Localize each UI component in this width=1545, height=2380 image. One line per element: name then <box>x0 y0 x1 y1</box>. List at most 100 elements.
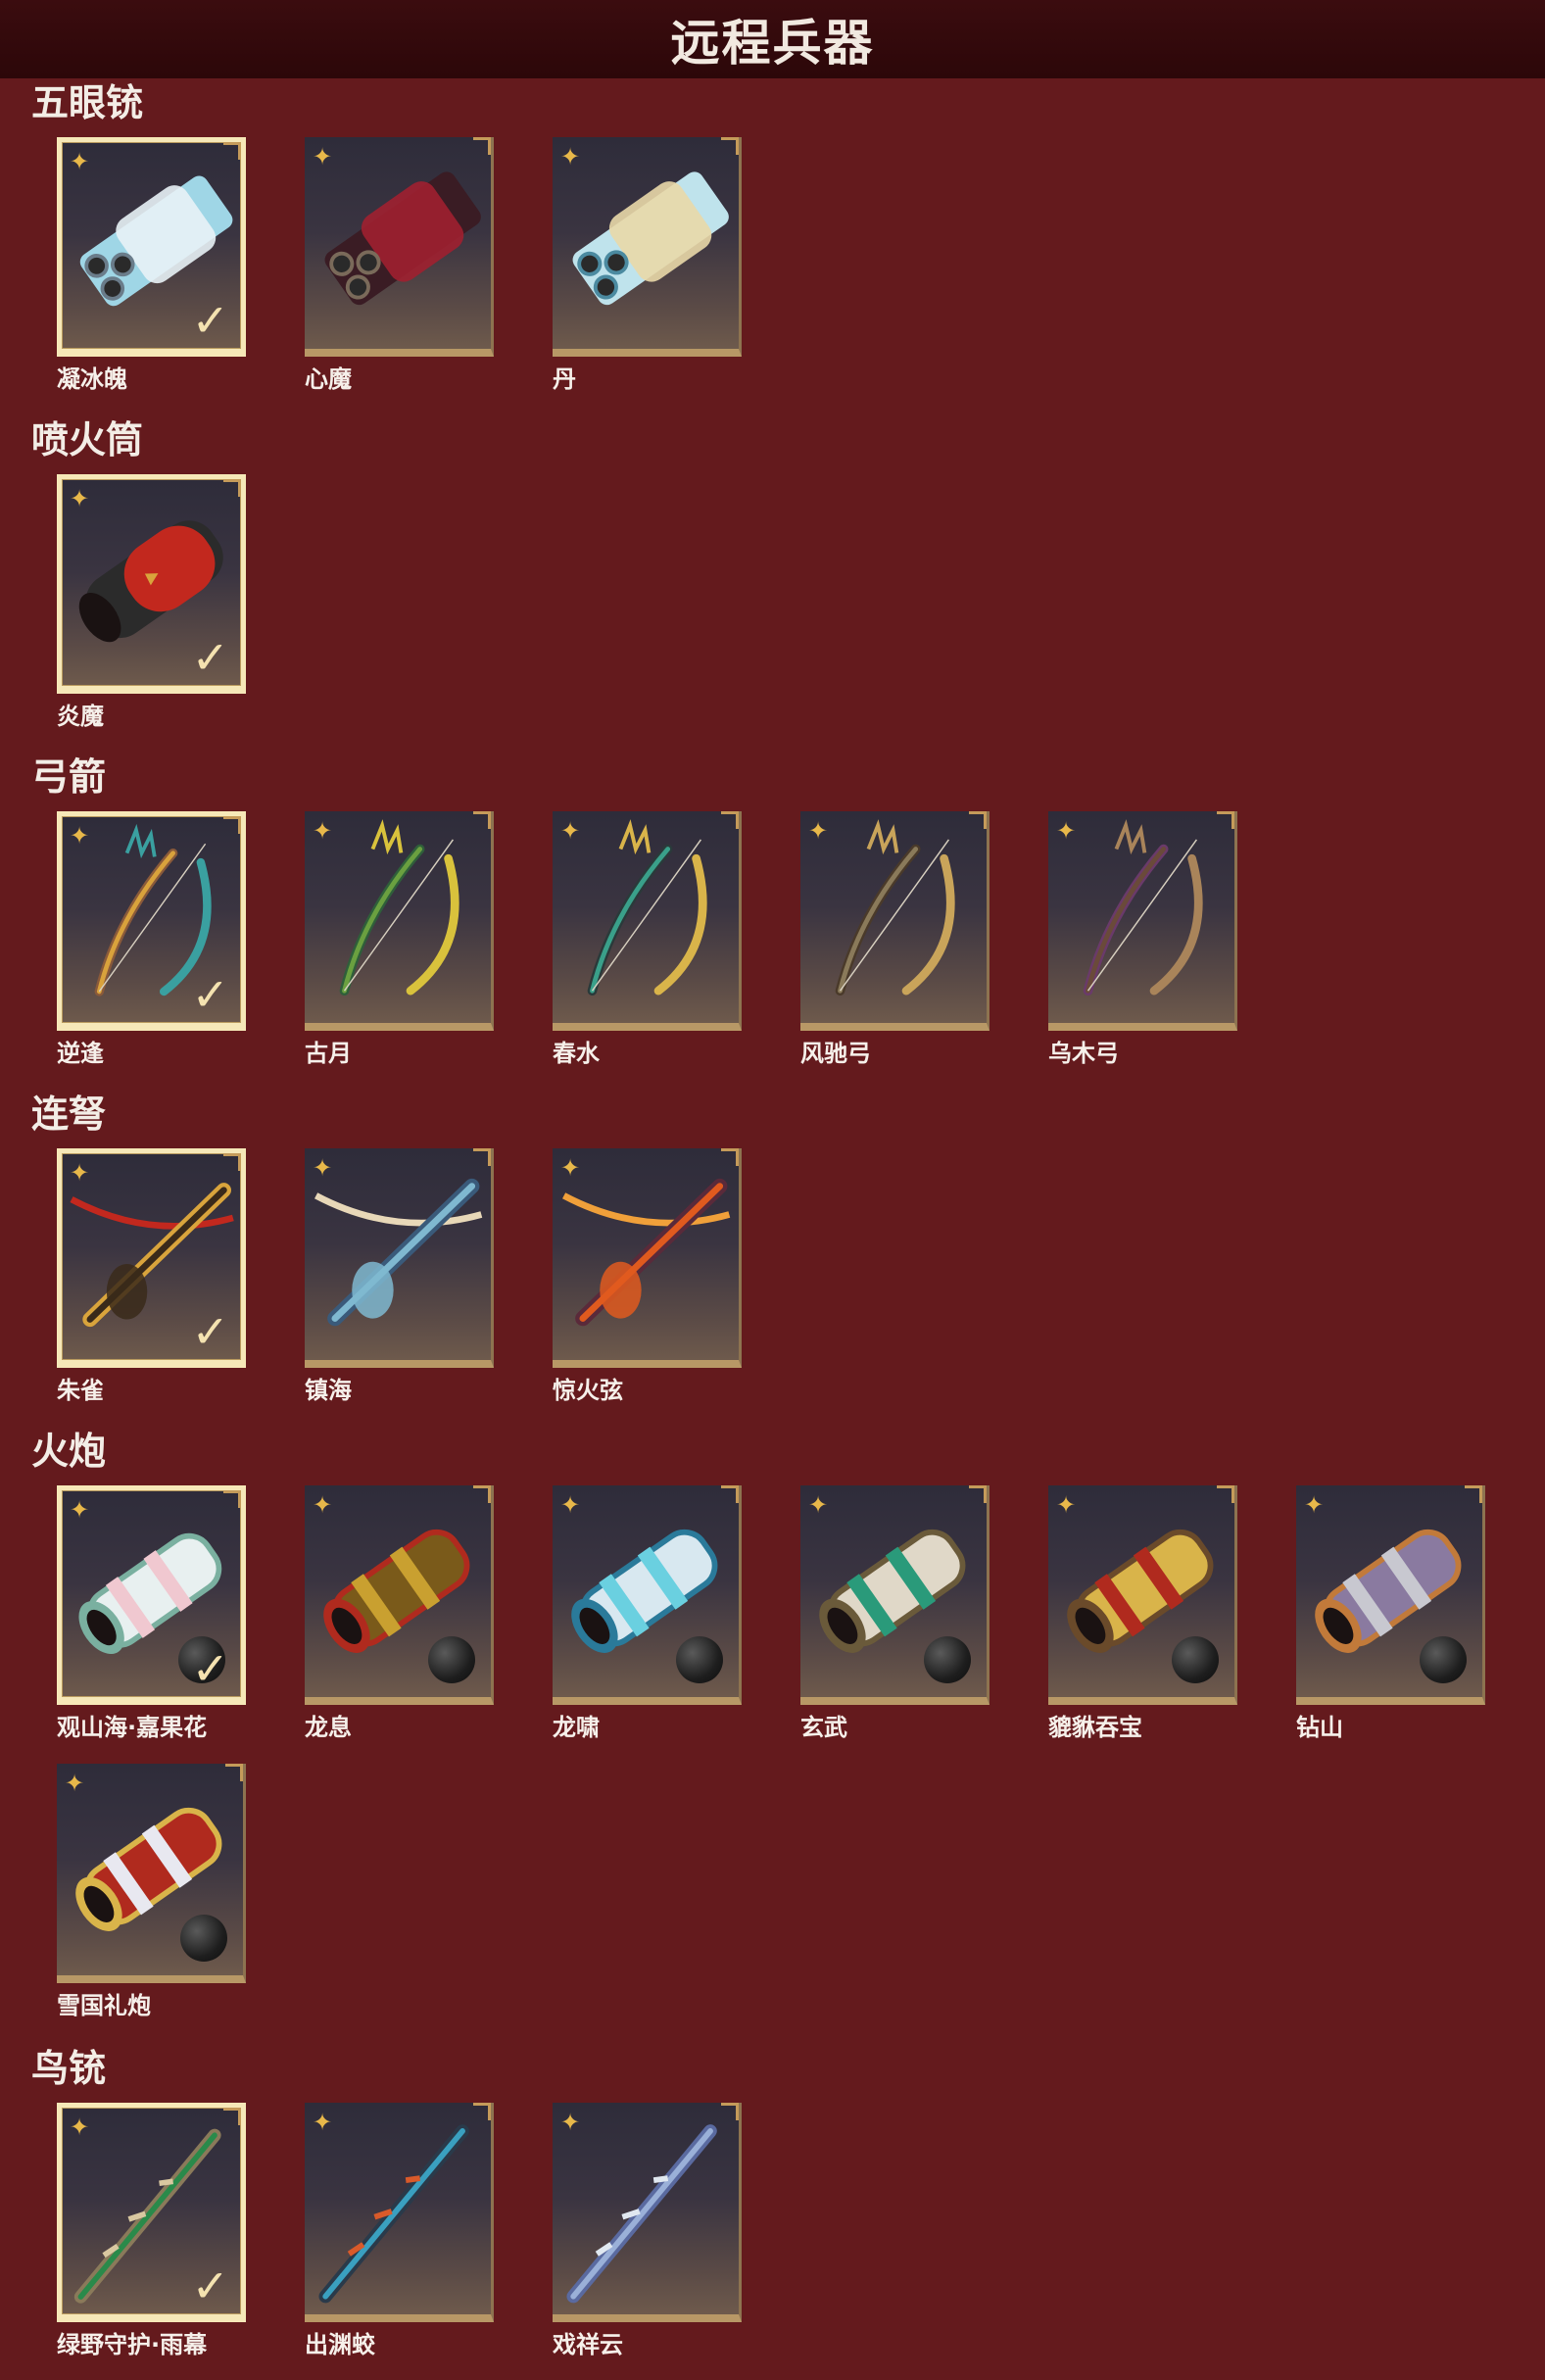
weapon-card[interactable]: ✦ 心魔 <box>305 137 494 393</box>
weapon-name: 观山海·嘉果花 <box>57 1714 208 1741</box>
weapon-card[interactable]: ✦ 雪国礼炮 <box>57 1764 246 2019</box>
weapon-name: 玄武 <box>800 1714 847 1741</box>
weapon-thumbnail: ✦ ✓ <box>57 1485 246 1705</box>
musket-icon <box>566 2124 717 2304</box>
weapon-card[interactable]: ✦ 镇海 <box>305 1148 494 1404</box>
weapon-thumbnail: ✦ <box>553 1485 742 1705</box>
weapon-thumbnail: ✦ <box>553 811 742 1031</box>
weapon-card[interactable]: ✦ 龙啸 <box>553 1485 742 1741</box>
weapon-card[interactable]: ✦ 春水 <box>553 811 742 1067</box>
rarity-star-icon: ✦ <box>313 2109 333 2136</box>
rarity-star-icon: ✦ <box>560 2109 581 2136</box>
weapon-name: 古月 <box>305 1040 352 1067</box>
rarity-star-icon: ✦ <box>560 1154 581 1182</box>
weapon-thumbnail: ✦ ✓ <box>57 1148 246 1368</box>
rarity-star-icon: ✦ <box>313 1491 333 1519</box>
weapon-name: 丹 <box>553 365 576 393</box>
rarity-star-icon: ✦ <box>313 1154 333 1182</box>
weapon-card[interactable]: ✦ 玄武 <box>800 1485 990 1741</box>
section-title: 五眼铳 <box>31 81 144 124</box>
rarity-star-icon: ✦ <box>70 2113 90 2141</box>
weapon-card[interactable]: ✦ ✓ 绿野守护·雨幕 <box>57 2103 246 2358</box>
rarity-star-icon: ✦ <box>313 143 333 170</box>
weapon-name: 绿野守护·雨幕 <box>57 2331 208 2358</box>
weapon-thumbnail: ✦ <box>305 1148 494 1368</box>
weapon-thumbnail: ✦ <box>305 137 494 357</box>
checkmark-icon: ✓ <box>191 1305 229 1358</box>
corner-ornament <box>1465 1485 1482 1503</box>
weapon-card[interactable]: ✦ 乌木弓 <box>1048 811 1237 1067</box>
weapon-card[interactable]: ✦ 戏祥云 <box>553 2103 742 2358</box>
weapon-thumbnail: ✦ <box>305 2103 494 2322</box>
weapon-thumbnail: ✦ ✓ <box>57 137 246 357</box>
rarity-star-icon: ✦ <box>808 817 829 845</box>
weapon-thumbnail: ✦ <box>800 811 990 1031</box>
weapon-card[interactable]: ✦ 古月 <box>305 811 494 1067</box>
weapon-card[interactable]: ✦ ✓ 凝冰魄 <box>57 137 246 393</box>
weapon-name: 龙啸 <box>553 1714 600 1741</box>
weapon-name: 貔貅吞宝 <box>1048 1714 1142 1741</box>
rarity-star-icon: ✦ <box>313 817 333 845</box>
weapon-name: 钻山 <box>1296 1714 1343 1741</box>
rarity-star-icon: ✦ <box>1056 1491 1077 1519</box>
weapon-card[interactable]: ✦ 貔貅吞宝 <box>1048 1485 1237 1741</box>
weapon-name: 惊火弦 <box>553 1377 623 1404</box>
weapon-thumbnail: ✦ <box>305 1485 494 1705</box>
corner-ornament <box>1217 1485 1234 1503</box>
corner-ornament <box>721 811 739 829</box>
weapon-card[interactable]: ✦ 出渊蛟 <box>305 2103 494 2358</box>
corner-ornament <box>721 1485 739 1503</box>
weapon-card[interactable]: ✦ 钻山 <box>1296 1485 1485 1741</box>
weapon-name: 春水 <box>553 1040 600 1067</box>
checkmark-icon: ✓ <box>191 2259 229 2312</box>
weapon-name: 炎魔 <box>57 703 104 730</box>
weapon-thumbnail: ✦ <box>305 811 494 1031</box>
section-title: 连弩 <box>31 1093 107 1136</box>
section-title: 喷火筒 <box>31 418 144 461</box>
page-title: 远程兵器 <box>0 0 1545 78</box>
corner-ornament <box>223 142 241 160</box>
rarity-star-icon: ✦ <box>560 1491 581 1519</box>
weapon-card[interactable]: ✦ ✓ 朱雀 <box>57 1148 246 1404</box>
weapon-card[interactable]: ✦ ✓ 逆逢 <box>57 811 246 1067</box>
rarity-star-icon: ✦ <box>808 1491 829 1519</box>
weapon-card[interactable]: ✦ 丹 <box>553 137 742 393</box>
corner-ornament <box>473 137 491 155</box>
corner-ornament <box>225 1764 243 1781</box>
rarity-star-icon: ✦ <box>70 822 90 850</box>
rarity-star-icon: ✦ <box>560 817 581 845</box>
rarity-star-icon: ✦ <box>1304 1491 1325 1519</box>
cannonball-icon <box>180 1915 227 1962</box>
corner-ornament <box>721 137 739 155</box>
weapon-thumbnail: ✦ ✓ <box>57 474 246 694</box>
weapon-thumbnail: ✦ <box>800 1485 990 1705</box>
weapon-name: 戏祥云 <box>553 2331 623 2358</box>
corner-ornament <box>721 2103 739 2120</box>
rarity-star-icon: ✦ <box>1056 817 1077 845</box>
crossbow-icon <box>314 1178 483 1327</box>
section-title: 弓箭 <box>31 755 107 799</box>
weapon-name: 乌木弓 <box>1048 1040 1119 1067</box>
weapon-thumbnail: ✦ <box>553 137 742 357</box>
cannonball-icon <box>1420 1636 1467 1683</box>
weapon-card[interactable]: ✦ ✓ 观山海·嘉果花 <box>57 1485 246 1741</box>
dark-handgun-icon <box>324 171 481 306</box>
weapon-thumbnail: ✦ <box>1048 811 1237 1031</box>
weapon-card[interactable]: ✦ 龙息 <box>305 1485 494 1741</box>
rarity-star-icon: ✦ <box>65 1770 85 1797</box>
weapon-card[interactable]: ✦ 惊火弦 <box>553 1148 742 1404</box>
corner-ornament <box>223 1153 241 1171</box>
corner-ornament <box>969 1485 987 1503</box>
weapon-thumbnail: ✦ <box>57 1764 246 1983</box>
weapon-name: 逆逢 <box>57 1040 104 1067</box>
weapon-card[interactable]: ✦ ✓ 炎魔 <box>57 474 246 730</box>
checkmark-icon: ✓ <box>191 631 229 684</box>
bow-icon <box>835 819 955 996</box>
rarity-star-icon: ✦ <box>560 143 581 170</box>
weapon-card[interactable]: ✦ 风驰弓 <box>800 811 990 1067</box>
weapon-thumbnail: ✦ ✓ <box>57 811 246 1031</box>
weapon-name: 雪国礼炮 <box>57 1992 151 2019</box>
rarity-star-icon: ✦ <box>70 1496 90 1524</box>
checkmark-icon: ✓ <box>191 294 229 347</box>
cannonball-icon <box>1172 1636 1219 1683</box>
